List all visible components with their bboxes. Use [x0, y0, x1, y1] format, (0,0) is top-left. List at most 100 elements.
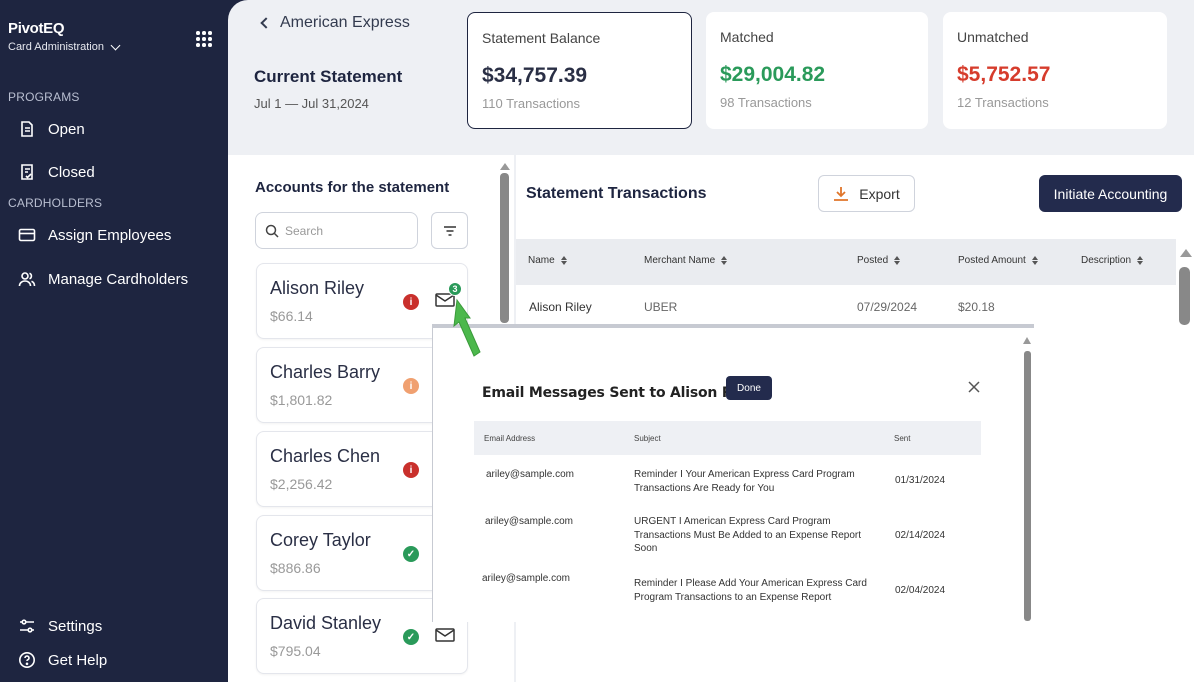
- scroll-up-arrow-icon[interactable]: [1180, 249, 1192, 257]
- account-amount: $795.04: [270, 643, 321, 659]
- sort-icon: [560, 256, 567, 265]
- back-link[interactable]: American Express: [260, 14, 410, 32]
- search-input[interactable]: Search: [255, 212, 418, 249]
- subject-cell: Reminder I Please Add Your American Expr…: [634, 578, 867, 603]
- summary-card-unmatched[interactable]: Unmatched $5,752.57 12 Transactions: [943, 12, 1167, 129]
- cell-posted: 07/29/2024: [857, 300, 918, 314]
- sidebar-item-get-help[interactable]: Get Help: [18, 651, 107, 669]
- column-sent: Sent: [894, 434, 911, 443]
- users-icon: [18, 272, 36, 287]
- sidebar-item-assign-employees[interactable]: Assign Employees: [18, 226, 171, 244]
- sidebar-item-manage-cardholders[interactable]: Manage Cardholders: [18, 270, 188, 288]
- cell-name: Alison Riley: [529, 300, 592, 314]
- account-name: Charles Barry: [270, 362, 381, 382]
- sidebar-item-label: Open: [48, 120, 85, 138]
- download-icon: [834, 186, 849, 201]
- account-amount: $1,801.82: [270, 392, 333, 408]
- column-name[interactable]: Name: [528, 255, 567, 266]
- card-sub: 98 Transactions: [720, 95, 812, 110]
- card-label: Unmatched: [957, 29, 1029, 45]
- back-label: American Express: [280, 14, 410, 31]
- card-value: $5,752.57: [957, 63, 1051, 86]
- filter-icon: [443, 225, 456, 236]
- error-status-icon: i: [403, 462, 419, 478]
- column-label: Merchant Name: [644, 255, 716, 266]
- cell-amount: $20.18: [958, 300, 995, 314]
- help-icon: [19, 652, 35, 668]
- table-row[interactable]: Alison Riley UBER 07/29/2024 $20.18: [516, 286, 1176, 326]
- card-sub: 12 Transactions: [957, 95, 1049, 110]
- email-cell: ariley@sample.com: [482, 573, 570, 584]
- column-description[interactable]: Description: [1081, 255, 1144, 266]
- account-amount: $886.86: [270, 560, 321, 576]
- subject-cell: URGENT I American Express Card Program T…: [634, 516, 861, 554]
- column-label: Description: [1081, 255, 1132, 266]
- filter-button[interactable]: [431, 212, 468, 249]
- statement-dates: Jul 1 — Jul 31,2024: [254, 96, 369, 111]
- accounts-scrollbar[interactable]: [500, 173, 509, 323]
- export-label: Export: [859, 185, 900, 202]
- app-name: PivotEQ: [8, 20, 65, 37]
- summary-card-matched[interactable]: Matched $29,004.82 98 Transactions: [706, 12, 928, 129]
- column-posted[interactable]: Posted: [857, 255, 901, 266]
- sort-icon: [721, 256, 728, 265]
- sidebar: PivotEQ Card Administration PROGRAMS Ope…: [0, 0, 228, 682]
- transactions-scrollbar[interactable]: [1179, 267, 1190, 325]
- document-check-icon: [21, 164, 33, 180]
- scroll-up-arrow-icon[interactable]: [1023, 337, 1031, 344]
- sidebar-item-closed[interactable]: Closed: [18, 163, 95, 181]
- mail-icon[interactable]: [435, 627, 455, 643]
- sidebar-item-label: Settings: [48, 617, 103, 635]
- email-cell: ariley@sample.com: [485, 516, 573, 527]
- scroll-up-arrow-icon[interactable]: [500, 163, 510, 170]
- done-button[interactable]: Done: [726, 376, 772, 400]
- close-icon[interactable]: [967, 380, 981, 394]
- warning-status-icon: i: [403, 378, 419, 394]
- error-status-icon: i: [403, 294, 419, 310]
- email-table-header: Email Address Subject Sent: [474, 421, 981, 455]
- section-cardholders: CARDHOLDERS: [8, 196, 103, 210]
- sidebar-item-label: Get Help: [48, 651, 108, 669]
- document-icon: [21, 121, 33, 137]
- account-name: Corey Taylor: [270, 530, 371, 550]
- check-status-icon: ✓: [403, 546, 419, 562]
- column-label: Posted: [857, 255, 889, 266]
- summary-card-statement-balance[interactable]: Statement Balance $34,757.39 110 Transac…: [467, 12, 692, 129]
- column-email: Email Address: [484, 434, 536, 443]
- account-name: Alison Riley: [270, 278, 365, 298]
- export-button[interactable]: Export: [818, 175, 915, 212]
- sort-icon: [1031, 256, 1038, 265]
- message-count-badge: 3: [448, 282, 462, 296]
- page-title: Current Statement: [254, 67, 403, 86]
- apps-grid-icon[interactable]: [196, 31, 212, 47]
- app-subtitle: Card Administration: [8, 41, 104, 53]
- column-merchant[interactable]: Merchant Name: [644, 255, 728, 266]
- account-name: David Stanley: [270, 613, 382, 633]
- sliders-icon: [20, 619, 34, 633]
- sent-cell: 02/14/2024: [895, 530, 946, 541]
- column-label: Name: [528, 255, 555, 266]
- card-label: Statement Balance: [482, 30, 601, 46]
- dialog-scrollbar[interactable]: [1024, 351, 1031, 621]
- sidebar-item-open[interactable]: Open: [18, 120, 85, 138]
- card-sub: 110 Transactions: [482, 96, 581, 111]
- chevron-left-icon: [260, 17, 272, 29]
- app-switcher[interactable]: Card Administration: [8, 40, 121, 53]
- sidebar-item-settings[interactable]: Settings: [18, 617, 102, 635]
- account-amount: $66.14: [270, 308, 313, 324]
- sort-icon: [1137, 256, 1144, 265]
- popup-bottom-edge: [474, 603, 1024, 622]
- initiate-accounting-button[interactable]: Initiate Accounting: [1039, 175, 1182, 212]
- search-placeholder: Search: [285, 223, 324, 238]
- card-value: $29,004.82: [720, 63, 826, 86]
- card-label: Matched: [720, 29, 774, 45]
- accounts-title: Accounts for the statement: [255, 179, 450, 196]
- column-label: Posted Amount: [958, 255, 1026, 266]
- pointer-arrow-icon: [453, 298, 481, 357]
- column-posted-amount[interactable]: Posted Amount: [958, 255, 1038, 266]
- check-status-icon: ✓: [403, 629, 419, 645]
- sort-icon: [894, 256, 901, 265]
- cell-merchant: UBER: [644, 300, 678, 314]
- account-name: Charles Chen: [270, 446, 381, 466]
- transactions-title: Statement Transactions: [526, 185, 707, 202]
